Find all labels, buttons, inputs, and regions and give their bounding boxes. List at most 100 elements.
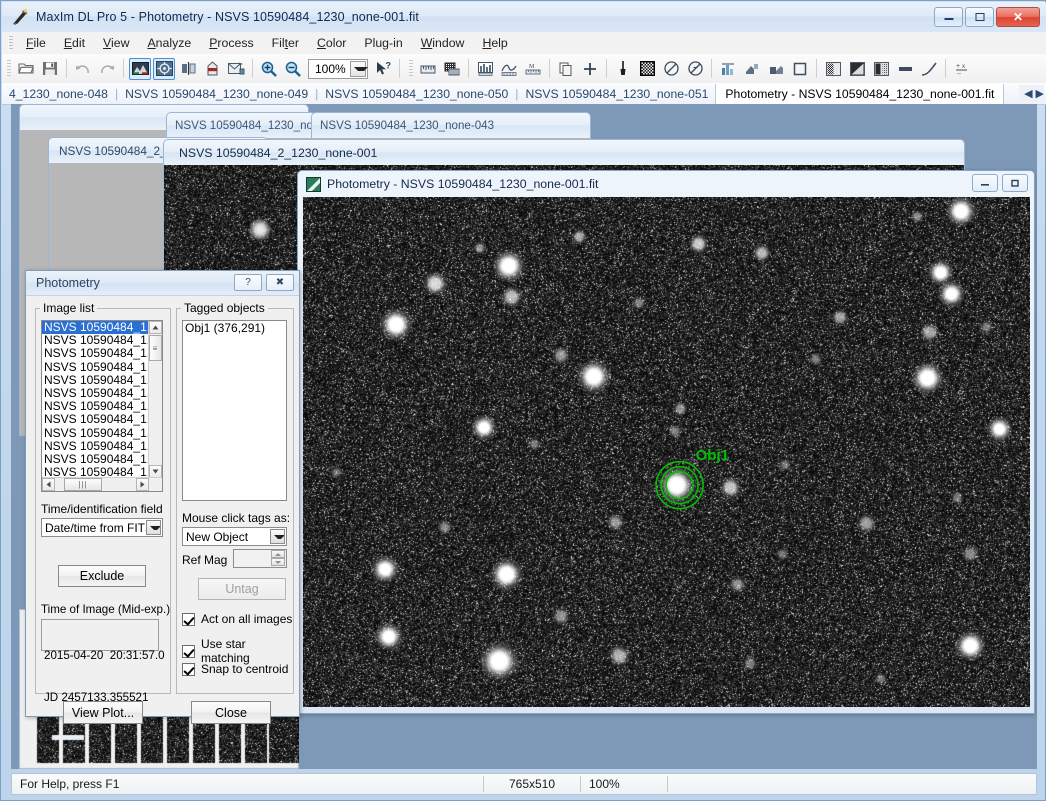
contrast-high-icon[interactable] bbox=[870, 58, 892, 80]
contrast-mid-icon[interactable] bbox=[846, 58, 868, 80]
menu-help[interactable]: Help bbox=[473, 34, 516, 52]
flip-image-icon[interactable] bbox=[177, 58, 199, 80]
contrast-low-icon[interactable] bbox=[822, 58, 844, 80]
color-balance-icon[interactable] bbox=[201, 58, 223, 80]
chevron-down-icon[interactable] bbox=[270, 529, 285, 544]
view-plot-button[interactable]: View Plot... bbox=[63, 701, 143, 724]
image-list-items[interactable]: NSVS 10590484_1. NSVS 10590484_1. NSVS 1… bbox=[42, 321, 149, 478]
checkbox-use-star-matching[interactable]: Use star matching bbox=[182, 637, 293, 665]
image-list-horizontal-scrollbar[interactable]: ||| bbox=[42, 477, 162, 491]
save-file-icon[interactable] bbox=[39, 58, 61, 80]
camera-control-icon[interactable] bbox=[225, 58, 247, 80]
photometry-image-window[interactable]: Photometry - NSVS 10590484_1230_none-001… bbox=[297, 170, 1035, 714]
chart-icon[interactable] bbox=[717, 58, 739, 80]
scroll-up-arrow[interactable] bbox=[149, 321, 162, 334]
zoom-in-icon[interactable] bbox=[258, 58, 280, 80]
doc-tab-2[interactable]: NSVS 10590484_1230_none-050 bbox=[318, 85, 515, 103]
measure-ruler-icon[interactable] bbox=[417, 58, 439, 80]
square-icon[interactable] bbox=[789, 58, 811, 80]
scroll-right-arrow[interactable] bbox=[136, 478, 149, 491]
star-field-image[interactable] bbox=[303, 197, 1030, 707]
image-minimize-button[interactable] bbox=[972, 174, 998, 192]
menu-process[interactable]: Process bbox=[200, 34, 262, 52]
image-list-item[interactable]: NSVS 10590484_1. bbox=[42, 360, 149, 374]
tab-prev-arrow[interactable]: ◀ bbox=[1024, 87, 1032, 100]
checkbox-indicator[interactable] bbox=[182, 612, 195, 626]
image-list-box[interactable]: NSVS 10590484_1. NSVS 10590484_1. NSVS 1… bbox=[41, 320, 163, 492]
dialog-close-action-button[interactable]: Close bbox=[191, 701, 271, 724]
fill-icon[interactable] bbox=[765, 58, 787, 80]
doc-tab-1[interactable]: NSVS 10590484_1230_none-049 bbox=[118, 85, 315, 103]
add-icon[interactable] bbox=[579, 58, 601, 80]
redo-icon[interactable] bbox=[96, 58, 118, 80]
line-profile-icon[interactable] bbox=[498, 58, 520, 80]
spinner-up-button[interactable] bbox=[271, 550, 285, 558]
doc-tab-4-selected[interactable]: Photometry - NSVS 10590484_1230_none-001… bbox=[715, 83, 1005, 104]
ref-mag-field[interactable] bbox=[233, 549, 287, 568]
doc-tab-3[interactable]: NSVS 10590484_1230_none-051 bbox=[518, 85, 715, 103]
image-maximize-button[interactable] bbox=[1002, 174, 1028, 192]
maximize-button[interactable] bbox=[965, 7, 994, 27]
help-button[interactable]: ? bbox=[234, 274, 262, 291]
bar-icon[interactable] bbox=[894, 58, 916, 80]
checkbox-act-on-all-images[interactable]: Act on all images bbox=[182, 612, 292, 626]
image-list-item[interactable]: NSVS 10590484_1. bbox=[42, 347, 149, 360]
scroll-thumb-horizontal[interactable]: ||| bbox=[64, 478, 102, 491]
image-canvas-container[interactable]: Obj1 bbox=[303, 197, 1030, 707]
magnitude-icon[interactable]: M bbox=[522, 58, 544, 80]
chevron-down-icon[interactable] bbox=[350, 60, 368, 77]
scroll-left-arrow[interactable] bbox=[42, 478, 55, 491]
image-list-vertical-scrollbar[interactable]: ≡ bbox=[148, 321, 162, 478]
doc-tab-0[interactable]: 4_1230_none-048 bbox=[2, 85, 115, 103]
menu-color[interactable]: Color bbox=[308, 34, 355, 52]
ref-mag-spinner[interactable] bbox=[271, 550, 285, 567]
mask-icon[interactable] bbox=[741, 58, 763, 80]
calibrate-icon[interactable] bbox=[612, 58, 634, 80]
no-stretch-icon[interactable] bbox=[684, 58, 706, 80]
menu-edit[interactable]: Edit bbox=[55, 34, 94, 52]
toolbar-grip[interactable] bbox=[7, 60, 11, 77]
untag-button[interactable]: Untag bbox=[198, 578, 286, 600]
open-file-icon[interactable] bbox=[15, 58, 37, 80]
minimize-button[interactable] bbox=[934, 7, 963, 27]
mouse-click-combo[interactable]: New Object bbox=[182, 527, 287, 546]
zoom-out-icon[interactable] bbox=[282, 58, 304, 80]
tab-next-arrow[interactable]: ▶ bbox=[1036, 87, 1044, 100]
undo-icon[interactable] bbox=[72, 58, 94, 80]
checkbox-indicator[interactable] bbox=[182, 644, 195, 658]
menu-plugin[interactable]: Plug-in bbox=[355, 34, 411, 52]
checkbox-snap-to-centroid[interactable]: Snap to centroid bbox=[182, 662, 288, 676]
exclude-button[interactable]: Exclude bbox=[58, 565, 146, 587]
tagged-objects-group: Tagged objects Obj1 (376,291) Mouse clic… bbox=[176, 301, 294, 694]
checkbox-indicator[interactable] bbox=[182, 662, 195, 676]
photometry-dialog[interactable]: Photometry ? ✖ Image list NSVS 10590484_… bbox=[25, 270, 300, 724]
close-button[interactable]: ✕ bbox=[996, 7, 1040, 27]
image-list-item[interactable]: NSVS 10590484_1. bbox=[42, 426, 149, 440]
image-list-item[interactable]: NSVS 10590484_1. bbox=[42, 413, 149, 426]
spinner-down-button[interactable] bbox=[271, 558, 285, 566]
context-help-icon[interactable]: ? bbox=[372, 58, 394, 80]
histogram-icon[interactable] bbox=[474, 58, 496, 80]
menu-view[interactable]: View bbox=[94, 34, 138, 52]
screen-stretch-icon[interactable] bbox=[129, 57, 151, 80]
scroll-thumb-vertical[interactable]: ≡ bbox=[149, 335, 162, 361]
time-field-combo[interactable]: Date/time from FITS bbox=[41, 518, 163, 537]
toolbar-grip-2[interactable] bbox=[409, 60, 413, 77]
tagged-objects-list[interactable]: Obj1 (376,291) bbox=[182, 320, 287, 501]
dialog-close-button[interactable]: ✖ bbox=[266, 274, 294, 291]
menu-analyze[interactable]: Analyze bbox=[138, 34, 200, 52]
copy-icon[interactable] bbox=[555, 58, 577, 80]
curve-icon[interactable] bbox=[918, 58, 940, 80]
half-tone-icon[interactable] bbox=[660, 58, 682, 80]
chevron-down-icon[interactable] bbox=[146, 520, 161, 535]
pixel-grid-icon[interactable] bbox=[441, 58, 463, 80]
flat-field-icon[interactable] bbox=[636, 58, 658, 80]
tagged-object-item[interactable]: Obj1 (376,291) bbox=[183, 321, 286, 336]
stack-icon[interactable]: + x -- bbox=[951, 58, 973, 80]
menu-window[interactable]: Window bbox=[412, 34, 474, 52]
menu-filter[interactable]: Filter bbox=[263, 34, 308, 52]
zoom-level-combo[interactable]: 100% bbox=[308, 58, 368, 79]
menu-file[interactable]: File bbox=[17, 34, 55, 52]
information-target-icon[interactable] bbox=[153, 57, 175, 80]
menubar-grip[interactable] bbox=[8, 35, 13, 51]
